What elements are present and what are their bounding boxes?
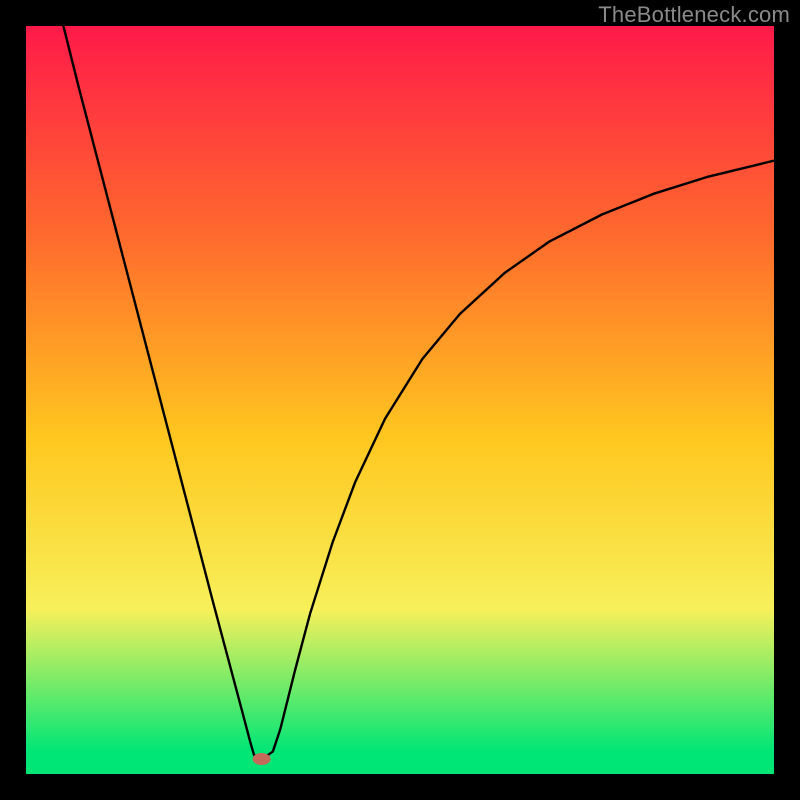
optimum-marker <box>253 753 271 765</box>
watermark-text: TheBottleneck.com <box>598 2 790 28</box>
plot-area <box>26 26 774 774</box>
chart-svg <box>26 26 774 774</box>
chart-frame: TheBottleneck.com <box>0 0 800 800</box>
gradient-background <box>26 26 774 774</box>
